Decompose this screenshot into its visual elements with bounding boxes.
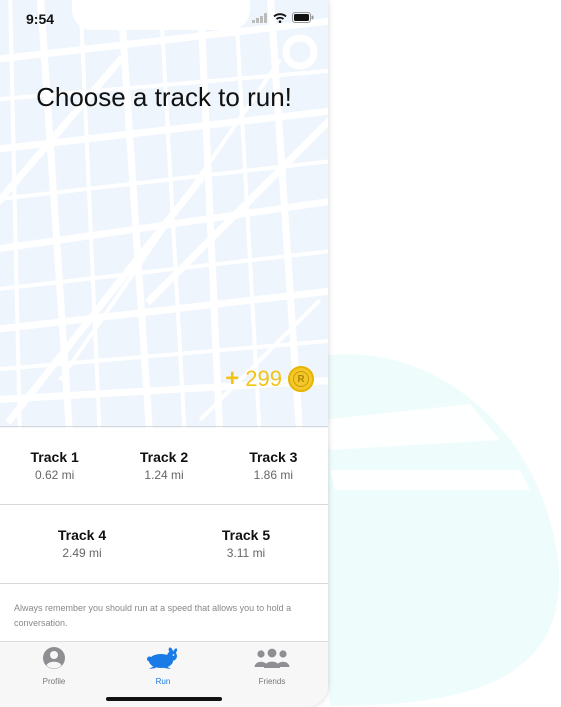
track-3-button[interactable]: Track 3 1.86 mi <box>219 427 328 505</box>
status-icons <box>252 12 314 23</box>
track-4-button[interactable]: Track 4 2.49 mi <box>0 505 164 584</box>
track-name: Track 2 <box>139 449 189 465</box>
tab-run[interactable]: Run <box>123 646 203 686</box>
track-distance: 3.11 mi <box>226 546 266 560</box>
track-row-1: Track 1 0.62 mi Track 2 1.24 mi Track 3 … <box>0 426 328 505</box>
friends-icon <box>254 648 290 668</box>
phone-screen: 9:54 Choose a track to run! + 299 R Trac… <box>0 0 328 707</box>
home-indicator[interactable] <box>106 697 222 701</box>
person-icon <box>43 647 65 669</box>
map-streets <box>0 0 328 428</box>
battery-icon <box>292 12 314 23</box>
wifi-icon <box>273 12 287 23</box>
coin-letter: R <box>293 371 309 387</box>
tab-label: Run <box>155 677 171 686</box>
tab-profile[interactable]: Profile <box>14 646 94 686</box>
safety-note: Always remember you should run at a spee… <box>0 583 328 641</box>
track-2-button[interactable]: Track 2 1.24 mi <box>109 427 218 505</box>
track-name: Track 1 <box>30 449 79 465</box>
status-bar: 9:54 <box>0 0 328 36</box>
signal-icon <box>252 12 267 23</box>
track-distance: 1.24 mi <box>144 468 184 482</box>
map-background <box>0 0 328 428</box>
tab-label: Friends <box>258 677 286 686</box>
plus-sign: + <box>225 365 240 392</box>
track-name: Track 5 <box>221 527 271 543</box>
status-time: 9:54 <box>26 11 55 27</box>
track-name: Track 4 <box>57 527 107 543</box>
tab-label: Profile <box>42 677 66 686</box>
coin-icon: R <box>288 366 314 392</box>
track-name: Track 3 <box>249 449 298 465</box>
track-distance: 1.86 mi <box>253 468 293 482</box>
reward-display: + 299 R <box>225 366 314 392</box>
track-5-button[interactable]: Track 5 3.11 mi <box>164 505 328 584</box>
track-distance: 0.62 mi <box>34 468 75 482</box>
track-row-2: Track 4 2.49 mi Track 5 3.11 mi <box>0 504 328 584</box>
track-distance: 2.49 mi <box>62 546 102 560</box>
page-title: Choose a track to run! <box>36 82 292 112</box>
rabbit-icon <box>147 647 178 669</box>
tab-friends[interactable]: Friends <box>232 646 312 686</box>
track-1-button[interactable]: Track 1 0.62 mi <box>0 427 109 505</box>
reward-amount: 299 <box>245 366 282 391</box>
notch <box>72 0 250 30</box>
